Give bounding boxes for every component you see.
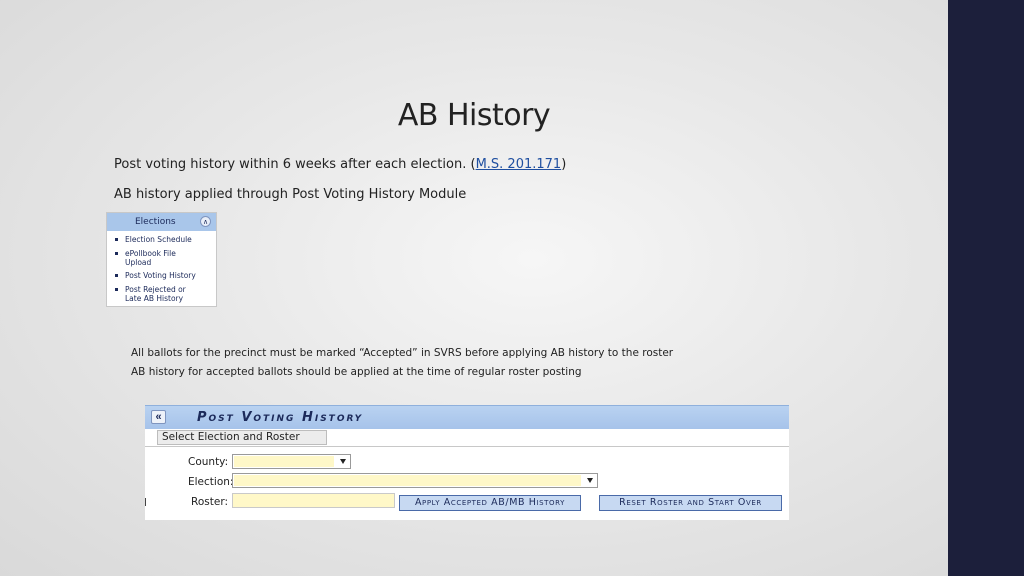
elections-menu-header[interactable]: Elections ∧ <box>107 213 216 231</box>
post-voting-history-header: « Post Voting History <box>145 405 789 429</box>
chevron-down-icon <box>340 459 346 464</box>
divider <box>145 446 789 447</box>
menu-item-post-voting-history[interactable]: Post Voting History <box>113 271 216 280</box>
menu-item-election-schedule[interactable]: Election Schedule <box>113 235 216 244</box>
menu-item-label-cont: Upload <box>125 257 152 267</box>
reset-roster-button[interactable]: Reset Roster and Start Over <box>599 495 782 511</box>
post-voting-history-title: Post Voting History <box>197 410 364 425</box>
menu-item-label: Post Rejected or <box>125 284 186 294</box>
note-accepted-ballots: All ballots for the precinct must be mar… <box>131 347 674 359</box>
intro-text: Post voting history within 6 weeks after… <box>114 157 476 172</box>
elections-menu-list: Election Schedule ePollbook File Upload P… <box>107 231 216 303</box>
menu-item-post-rejected-late-ab[interactable]: Post Rejected or Late AB History <box>113 285 216 303</box>
elections-menu-title: Elections <box>135 217 176 227</box>
election-select-value <box>234 475 581 486</box>
double-chevron-left-icon[interactable]: « <box>151 410 166 424</box>
roster-label: Roster: <box>191 496 228 508</box>
statute-link[interactable]: M.S. 201.171 <box>476 157 562 172</box>
right-accent-bar <box>948 0 1024 576</box>
tab-select-election-roster[interactable]: Select Election and Roster <box>157 430 327 445</box>
intro-line: Post voting history within 6 weeks after… <box>114 157 566 172</box>
county-select-value <box>234 456 334 467</box>
menu-item-epollbook-upload[interactable]: ePollbook File Upload <box>113 249 216 267</box>
roster-input[interactable] <box>232 493 395 508</box>
note-apply-timing: AB history for accepted ballots should b… <box>131 366 582 378</box>
menu-item-label: Post Voting History <box>125 271 196 280</box>
election-select[interactable] <box>232 473 598 488</box>
chevron-down-icon <box>587 478 593 483</box>
election-label: Election: <box>188 476 234 488</box>
intro-close: ) <box>561 157 567 172</box>
slide-title: AB History <box>397 98 551 133</box>
module-line: AB history applied through Post Voting H… <box>114 187 467 202</box>
county-select[interactable] <box>232 454 351 469</box>
menu-item-label: Election Schedule <box>125 235 192 244</box>
divider <box>145 498 146 506</box>
elections-menu-panel: Elections ∧ Election Schedule ePollbook … <box>106 212 217 307</box>
county-label: County: <box>188 456 229 468</box>
apply-accepted-ab-history-button[interactable]: Apply Accepted AB/MB History <box>399 495 581 511</box>
menu-item-label-cont: Late AB History <box>125 293 184 303</box>
double-chevron-up-icon[interactable]: ∧ <box>200 216 211 227</box>
post-voting-history-panel: « Post Voting History Select Election an… <box>145 405 789 520</box>
menu-item-label: ePollbook File <box>125 248 176 258</box>
